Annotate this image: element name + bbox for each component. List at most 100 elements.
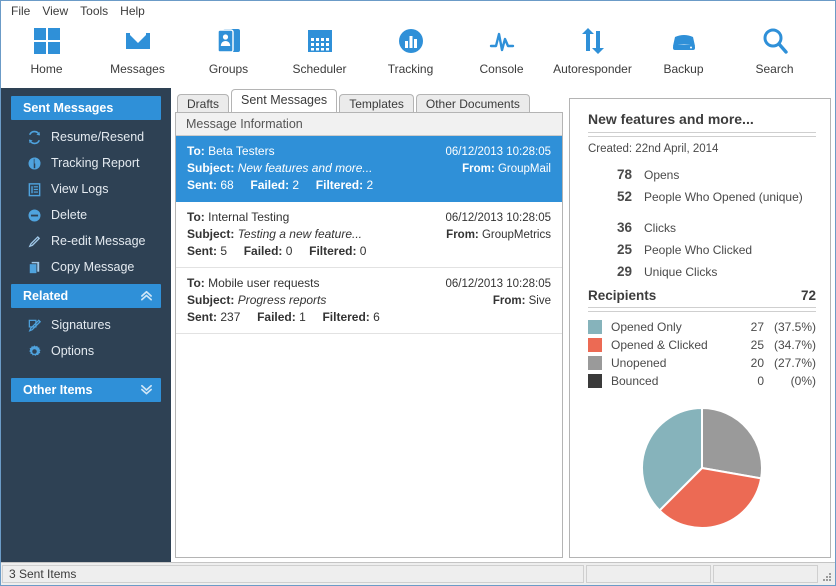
stat-label: Opens bbox=[644, 168, 680, 182]
to-value: Beta Testers bbox=[208, 144, 275, 158]
status-text: 3 Sent Items bbox=[2, 565, 584, 583]
toolbar-button-backup[interactable]: Backup bbox=[638, 25, 729, 76]
sidebar-item-tracking-report[interactable]: Tracking Report bbox=[1, 150, 171, 176]
pie-chart-icon bbox=[27, 156, 49, 171]
tab-strip: Drafts Sent Messages Templates Other Doc… bbox=[175, 88, 563, 112]
sent-label: Sent: bbox=[187, 178, 217, 192]
message-details-panel: New features and more... Created: 22nd A… bbox=[569, 98, 831, 558]
toolbar-button-scheduler[interactable]: Scheduler bbox=[274, 25, 365, 76]
message-row-2[interactable]: To: Mobile user requests 06/12/2013 10:2… bbox=[176, 268, 562, 334]
stat-people-who-clicked: 25 People Who Clicked bbox=[588, 242, 816, 257]
legend-swatch bbox=[588, 338, 602, 352]
legend-row-bounced: Bounced 0 (0%) bbox=[588, 372, 816, 390]
stat-label: People Who Clicked bbox=[644, 243, 753, 257]
sidebar-section-sent-messages[interactable]: Sent Messages bbox=[11, 96, 161, 120]
sidebar-item-label: Signatures bbox=[51, 318, 111, 332]
status-panel-3 bbox=[713, 565, 818, 583]
toolbar-button-tracking[interactable]: Tracking bbox=[365, 25, 456, 76]
recipients-label: Recipients bbox=[588, 288, 657, 303]
minus-circle-icon bbox=[27, 208, 49, 223]
contacts-icon bbox=[214, 25, 244, 57]
legend-percent: (34.7%) bbox=[773, 338, 816, 352]
status-bar: 3 Sent Items bbox=[1, 562, 835, 585]
calendar-icon bbox=[305, 25, 335, 57]
date-value: 06/12/2013 10:28:05 bbox=[445, 146, 551, 158]
toolbar-button-search[interactable]: Search bbox=[729, 25, 820, 76]
toolbar-button-autoresponder[interactable]: Autoresponder bbox=[547, 25, 638, 76]
menu-item-view[interactable]: View bbox=[42, 3, 76, 19]
legend-percent: (27.7%) bbox=[773, 356, 816, 370]
message-list-panel: Drafts Sent Messages Templates Other Doc… bbox=[171, 88, 567, 562]
legend-row-opened-only: Opened Only 27 (37.5%) bbox=[588, 318, 816, 336]
menu-item-file[interactable]: File bbox=[11, 3, 38, 19]
message-row-1[interactable]: To: Internal Testing 06/12/2013 10:28:05… bbox=[176, 202, 562, 268]
menu-item-help[interactable]: Help bbox=[120, 3, 153, 19]
tab-other-documents[interactable]: Other Documents bbox=[415, 94, 530, 112]
to-label: To: bbox=[187, 144, 205, 158]
menu-item-tools[interactable]: Tools bbox=[80, 3, 116, 19]
sidebar-section-related[interactable]: Related bbox=[11, 284, 161, 308]
sidebar-item-copy-message[interactable]: Copy Message bbox=[1, 254, 171, 280]
sidebar-item-resume-resend[interactable]: Resume/Resend bbox=[1, 124, 171, 150]
subject-value: New features and more... bbox=[237, 161, 373, 175]
toolbar-button-console[interactable]: Console bbox=[456, 25, 547, 76]
sidebar-list-sent-messages: Resume/Resend Tracking Report View Logs … bbox=[1, 120, 171, 284]
recipients-divider bbox=[588, 307, 816, 312]
sidebar-item-options[interactable]: Options bbox=[1, 338, 171, 364]
envelope-icon bbox=[123, 25, 153, 57]
magnifier-icon bbox=[760, 25, 790, 57]
sidebar-item-delete[interactable]: Delete bbox=[1, 202, 171, 228]
application-window: File View Tools Help Home Messages Group… bbox=[0, 0, 836, 586]
resize-grip-icon[interactable] bbox=[819, 563, 835, 585]
tab-drafts[interactable]: Drafts bbox=[177, 94, 230, 112]
message-row-0[interactable]: To: Beta Testers 06/12/2013 10:28:05 Sub… bbox=[176, 136, 562, 202]
sidebar-item-label: Options bbox=[51, 344, 95, 358]
legend-swatch bbox=[588, 320, 602, 334]
sidebar-section-other-items[interactable]: Other Items bbox=[11, 378, 161, 402]
tab-templates[interactable]: Templates bbox=[339, 94, 414, 112]
main-toolbar: Home Messages Groups Scheduler Tracking … bbox=[1, 21, 835, 88]
pie-svg bbox=[641, 406, 763, 529]
sent-value: 237 bbox=[220, 310, 241, 324]
toolbar-button-messages[interactable]: Messages bbox=[92, 25, 183, 76]
stat-opens: 78 Opens bbox=[588, 167, 816, 182]
drive-icon bbox=[669, 25, 699, 57]
sidebar-item-label: Delete bbox=[51, 208, 88, 222]
legend-label: Unopened bbox=[611, 356, 667, 370]
sidebar-item-label: Copy Message bbox=[51, 260, 135, 274]
toolbar-button-home[interactable]: Home bbox=[1, 25, 92, 76]
toolbar-label: Autoresponder bbox=[553, 62, 632, 76]
legend-swatch bbox=[588, 374, 602, 388]
legend-swatch bbox=[588, 356, 602, 370]
list-column-header: Message Information bbox=[176, 113, 562, 136]
stat-value: 36 bbox=[616, 220, 632, 235]
legend-value: 25 bbox=[750, 338, 764, 352]
sidebar-item-re-edit-message[interactable]: Re-edit Message bbox=[1, 228, 171, 254]
legend-row-unopened: Unopened 20 (27.7%) bbox=[588, 354, 816, 372]
legend-value: 20 bbox=[750, 356, 764, 370]
stat-label: Clicks bbox=[644, 221, 676, 235]
to-value: Mobile user requests bbox=[208, 276, 320, 290]
sidebar-item-signatures[interactable]: Signatures bbox=[1, 312, 171, 338]
toolbar-button-groups[interactable]: Groups bbox=[183, 25, 274, 76]
toolbar-label: Backup bbox=[663, 62, 704, 76]
from-label: From: bbox=[446, 229, 479, 241]
subject-label: Subject: bbox=[187, 161, 235, 175]
subject-label: Subject: bbox=[187, 293, 235, 307]
log-list-icon bbox=[27, 182, 49, 197]
stat-value: 78 bbox=[616, 167, 632, 182]
sidebar-item-label: Resume/Resend bbox=[51, 130, 145, 144]
subject-label: Subject: bbox=[187, 227, 235, 241]
toolbar-label: Messages bbox=[110, 62, 165, 76]
from-value: GroupMetrics bbox=[481, 229, 551, 241]
sidebar-item-view-logs[interactable]: View Logs bbox=[1, 176, 171, 202]
pie-slice bbox=[701, 406, 763, 480]
subject-value: Testing a new feature... bbox=[237, 227, 362, 241]
stat-clicks: 36 Clicks bbox=[588, 220, 816, 235]
toolbar-label: Scheduler bbox=[292, 62, 347, 76]
to-value: Internal Testing bbox=[208, 210, 290, 224]
tab-sent-messages[interactable]: Sent Messages bbox=[231, 89, 338, 112]
sent-label: Sent: bbox=[187, 310, 217, 324]
toolbar-label: Console bbox=[479, 62, 524, 76]
sidebar: Sent Messages Resume/Resend Tracking Rep… bbox=[1, 88, 171, 562]
